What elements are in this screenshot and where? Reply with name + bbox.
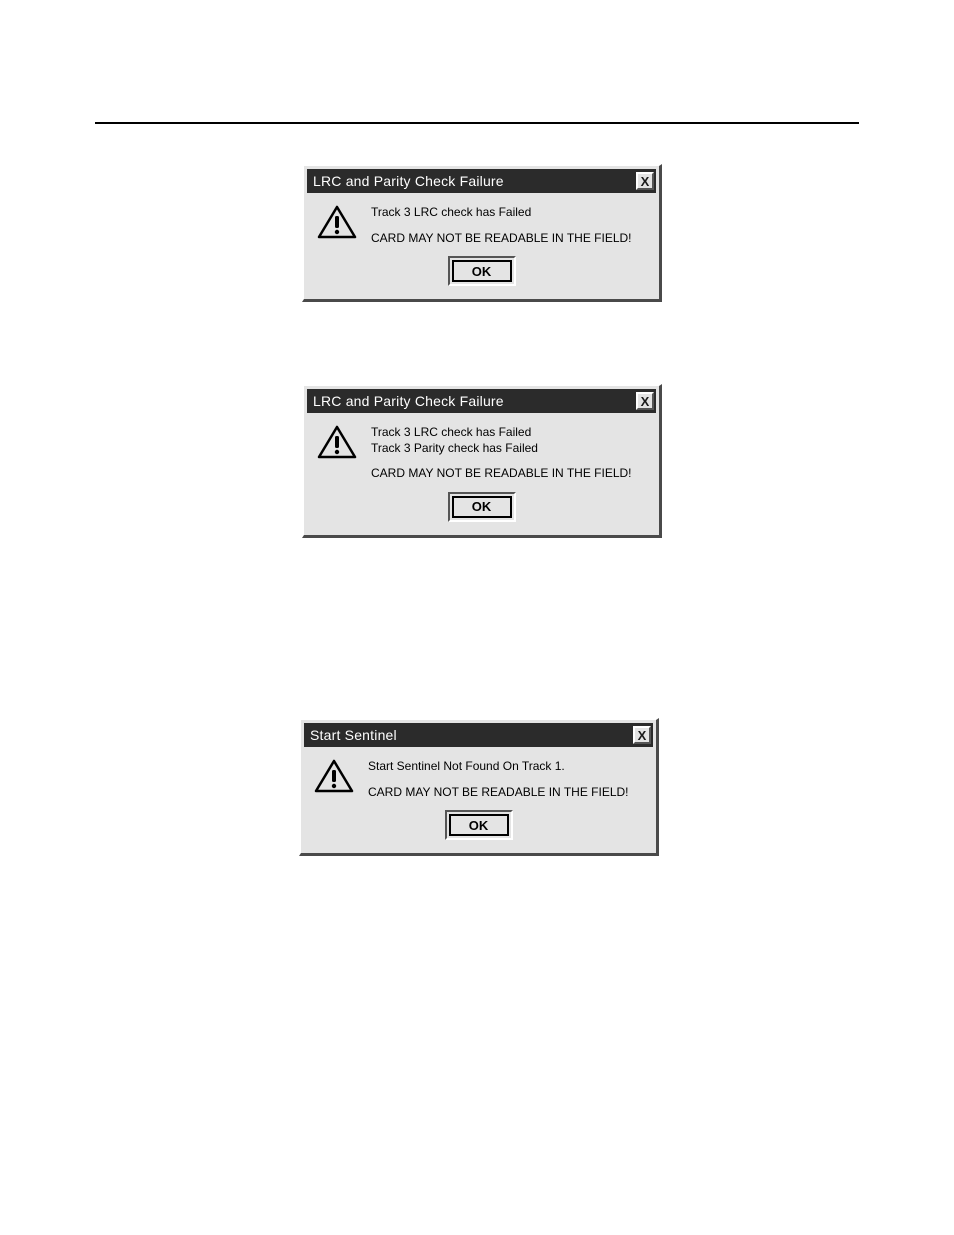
icon-cell [317, 425, 371, 482]
icon-cell [314, 759, 368, 800]
message-line: Track 3 Parity check has Failed [371, 441, 646, 457]
warning-line: CARD MAY NOT BE READABLE IN THE FIELD! [371, 466, 646, 482]
dialog-start-sentinel: Start Sentinel X Start Sentinel Not Foun… [299, 718, 659, 856]
close-button[interactable]: X [633, 726, 651, 744]
message-area: Start Sentinel Not Found On Track 1. CAR… [368, 759, 643, 800]
warning-icon [314, 759, 354, 793]
dialog-body: Track 3 LRC check has Failed CARD MAY NO… [307, 193, 656, 250]
dialog-title: Start Sentinel [310, 727, 397, 743]
dialog-lrc-parity-1: LRC and Parity Check Failure X Track 3 L… [302, 164, 662, 302]
dialog-title: LRC and Parity Check Failure [313, 393, 504, 409]
button-row: OK [304, 804, 653, 850]
message-area: Track 3 LRC check has Failed CARD MAY NO… [371, 205, 646, 246]
ok-button-frame: OK [448, 492, 516, 522]
ok-button[interactable]: OK [452, 496, 512, 518]
horizontal-rule [95, 122, 859, 124]
button-row: OK [307, 486, 656, 532]
dialog-body: Track 3 LRC check has Failed Track 3 Par… [307, 413, 656, 486]
warning-line: CARD MAY NOT BE READABLE IN THE FIELD! [371, 231, 646, 247]
close-button[interactable]: X [636, 172, 654, 190]
ok-button[interactable]: OK [452, 260, 512, 282]
icon-cell [317, 205, 371, 246]
page: LRC and Parity Check Failure X Track 3 L… [0, 0, 954, 1235]
dialog-body: Start Sentinel Not Found On Track 1. CAR… [304, 747, 653, 804]
message-line: Track 3 LRC check has Failed [371, 205, 646, 221]
button-row: OK [307, 250, 656, 296]
message-line: Track 3 LRC check has Failed [371, 425, 646, 441]
ok-button[interactable]: OK [449, 814, 509, 836]
warning-line: CARD MAY NOT BE READABLE IN THE FIELD! [368, 785, 643, 801]
titlebar[interactable]: LRC and Parity Check Failure X [307, 389, 656, 413]
ok-button-frame: OK [448, 256, 516, 286]
dialog-title: LRC and Parity Check Failure [313, 173, 504, 189]
dialog-lrc-parity-2: LRC and Parity Check Failure X Track 3 L… [302, 384, 662, 538]
titlebar[interactable]: LRC and Parity Check Failure X [307, 169, 656, 193]
ok-button-frame: OK [445, 810, 513, 840]
titlebar[interactable]: Start Sentinel X [304, 723, 653, 747]
warning-icon [317, 205, 357, 239]
warning-icon [317, 425, 357, 459]
message-line: Start Sentinel Not Found On Track 1. [368, 759, 643, 775]
message-area: Track 3 LRC check has Failed Track 3 Par… [371, 425, 646, 482]
close-button[interactable]: X [636, 392, 654, 410]
